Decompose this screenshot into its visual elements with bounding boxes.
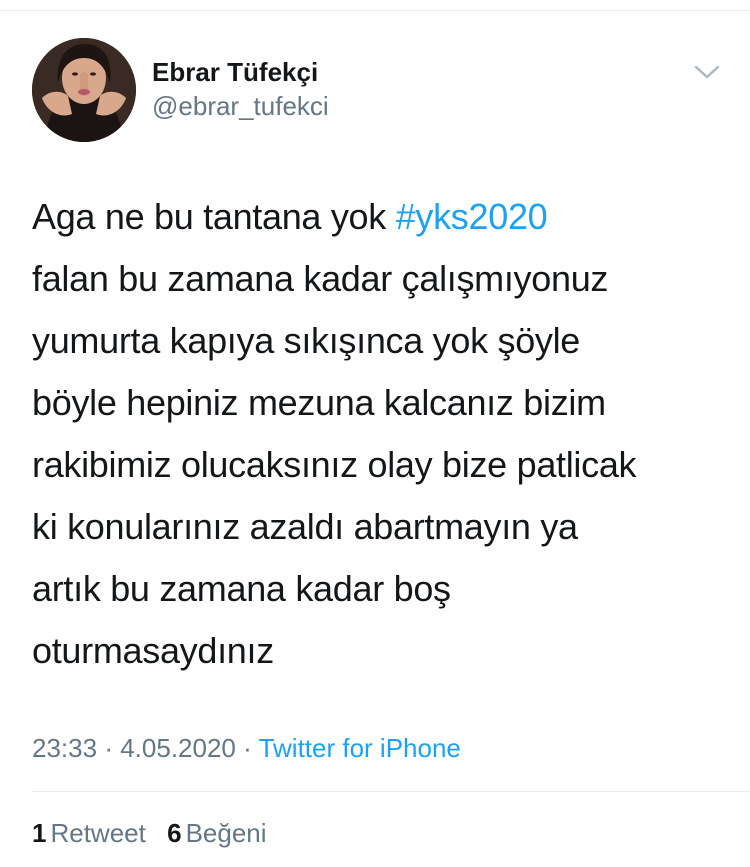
chevron-down-icon[interactable]: [692, 60, 722, 84]
avatar[interactable]: [32, 38, 136, 142]
retweets-stat[interactable]: 1 Retweet: [32, 813, 146, 853]
tweet-text-line: rakibimiz olucaksınız olay bize patlicak: [32, 444, 637, 485]
tweet-text-line: yumurta kapıya sıkışınca yok şöyle: [32, 320, 581, 361]
author-names: Ebrar Tüfekçi @ebrar_tufekci: [152, 56, 329, 122]
tweet-source-link[interactable]: Twitter for iPhone: [259, 733, 461, 763]
tweet-text-line: Aga ne bu tantana yok #yks2020: [32, 186, 722, 248]
hashtag-link[interactable]: #yks2020: [396, 196, 548, 237]
tweet-text-line: falan bu zamana kadar çalışmıyonuz: [32, 258, 609, 299]
meta-separator: ·: [243, 733, 252, 763]
tweet-meta: 23:33 · 4.05.2020 · Twitter for iPhone: [32, 728, 461, 768]
retweets-count: 1: [32, 818, 47, 848]
tweet-header: Ebrar Tüfekçi @ebrar_tufekci: [32, 38, 722, 142]
tweet-text-line: böyle hepiniz mezuna kalcanız bizim: [32, 382, 606, 423]
tweet-text: Aga ne bu tantana yok #yks2020 falan bu …: [32, 186, 722, 682]
retweets-label: Retweet: [50, 818, 146, 848]
meta-separator: ·: [104, 733, 113, 763]
likes-stat[interactable]: 6 Beğeni: [167, 813, 266, 853]
author-display-name[interactable]: Ebrar Tüfekçi: [152, 56, 329, 88]
author-handle[interactable]: @ebrar_tufekci: [152, 90, 329, 122]
tweet-stats: 1 Retweet 6 Beğeni: [32, 813, 281, 853]
tweet-text-line: artık bu zamana kadar boş: [32, 568, 451, 609]
top-divider: [0, 10, 750, 11]
avatar-image: [32, 38, 136, 142]
tweet-text-line: ki konularınız azaldı abartmayın ya: [32, 506, 578, 547]
tweet-date[interactable]: 4.05.2020: [120, 733, 236, 763]
tweet-text-segment: Aga ne bu tantana yok: [32, 196, 396, 237]
likes-label: Beğeni: [185, 818, 267, 848]
stats-divider: [32, 791, 750, 792]
tweet-time[interactable]: 23:33: [32, 733, 97, 763]
likes-count: 6: [167, 818, 182, 848]
tweet-text-line: oturmasaydınız: [32, 630, 274, 671]
